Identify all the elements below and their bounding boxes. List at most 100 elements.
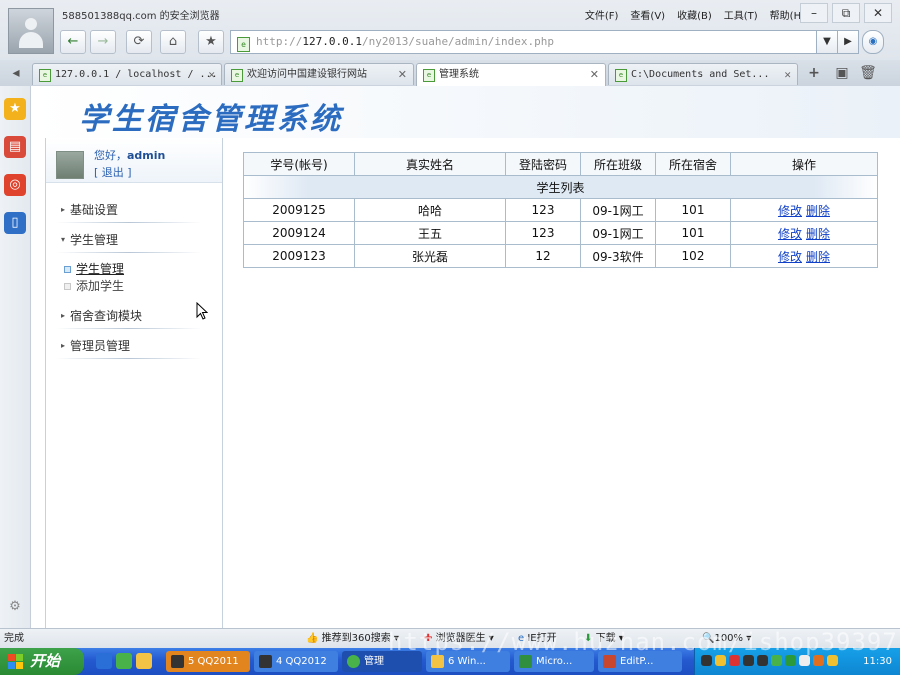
column-header-actions: 操作	[730, 152, 878, 176]
tray-icon[interactable]	[729, 655, 740, 666]
tray-icon[interactable]	[785, 655, 796, 666]
address-bar[interactable]: e http://127.0.0.1/ny2013/suahe/admin/ind…	[230, 30, 817, 54]
ie-quicklaunch-icon[interactable]	[96, 653, 112, 669]
thumb-icon: 👍	[306, 633, 319, 644]
windows-flag-icon	[8, 654, 23, 669]
menu-admin-management[interactable]: ▸ 管理员管理	[46, 331, 222, 361]
network-tray-icon[interactable]	[799, 655, 810, 666]
menu-file[interactable]: 文件(F)	[585, 7, 619, 22]
tab-close-icon[interactable]: ✕	[590, 64, 599, 86]
sidebar-toggle-icon[interactable]: ◂	[6, 63, 26, 83]
status-text: 完成	[4, 633, 24, 644]
taskbar-qq2012[interactable]: 4 QQ2012	[254, 651, 338, 672]
web-page: 学生宿舍管理系统 您好，admin [ 退出 ] ▸ 基础设置 ▾ 学生管理 学生管…	[31, 86, 900, 629]
cell-class: 09-1网工	[580, 221, 656, 245]
browser-titlebar: 588501388qq.com 的安全浏览器 文件(F) 查看(V) 收藏(B)…	[0, 0, 900, 61]
user-panel: 您好，admin [ 退出 ]	[46, 138, 222, 183]
qq-tray-icon[interactable]	[701, 655, 712, 666]
table-row: 2009125 哈哈 123 09-1网工 101 修改 删除	[243, 198, 878, 222]
delete-link[interactable]: 删除	[806, 204, 830, 218]
status-360-search[interactable]: 👍 推荐到360搜索 ▾	[306, 629, 399, 649]
news-icon[interactable]: ▤	[4, 136, 26, 158]
start-button[interactable]: 开始	[0, 648, 84, 675]
tab-bar: ◂ e 127.0.0.1 / localhost / ... ✕ e 欢迎访问中国建…	[0, 60, 900, 87]
column-header-class: 所在班级	[580, 152, 656, 176]
home-button[interactable]: ⌂	[160, 30, 186, 54]
collapsed-arrow-icon: ▸	[61, 341, 66, 350]
qq-tray-icon[interactable]	[743, 655, 754, 666]
tab-page-icon: e	[423, 69, 435, 82]
cell-student-id: 2009123	[243, 244, 355, 268]
tab-close-icon[interactable]: ✕	[398, 64, 407, 85]
minimize-button[interactable]: –	[800, 3, 828, 23]
tray-icon[interactable]	[715, 655, 726, 666]
cell-dorm: 102	[655, 244, 731, 268]
refresh-button[interactable]: ⟳	[126, 30, 152, 54]
weibo-icon[interactable]: ◎	[4, 174, 26, 196]
menu-view[interactable]: 查看(V)	[630, 7, 665, 22]
address-dropdown-icon[interactable]: ▼	[816, 30, 838, 54]
qq-tray-icon[interactable]	[757, 655, 768, 666]
tab-close-icon[interactable]: ✕	[784, 64, 791, 85]
forward-button[interactable]: →	[90, 30, 116, 54]
tab-close-icon[interactable]: ✕	[208, 64, 215, 85]
edit-link[interactable]: 修改	[778, 250, 802, 264]
shield-icon[interactable]: ◉	[862, 30, 884, 54]
admin-avatar	[56, 151, 84, 179]
cell-real-name: 王五	[354, 221, 506, 245]
logout-link[interactable]: [ 退出 ]	[94, 164, 132, 180]
table-header-row: 学号(帐号) 真实姓名 登陆密码 所在班级 所在宿舍 操作	[243, 152, 878, 176]
column-header-real-name: 真实姓名	[354, 152, 506, 176]
tray-icon[interactable]	[813, 655, 824, 666]
tab-ccb[interactable]: e 欢迎访问中国建设银行网站 ✕	[224, 63, 414, 85]
go-icon[interactable]: ▶	[837, 30, 859, 54]
cell-dorm: 101	[655, 198, 731, 222]
tab-page-icon: e	[39, 69, 51, 82]
bullet-icon	[64, 266, 71, 273]
restore-tab-icon[interactable]: ▣	[832, 63, 852, 83]
site-logo-title: 学生宿舍管理系统	[79, 102, 343, 137]
delete-link[interactable]: 删除	[806, 250, 830, 264]
edit-link[interactable]: 修改	[778, 204, 802, 218]
student-submenu: 学生管理 添加学生	[46, 255, 222, 301]
menu-tools[interactable]: 工具(T)	[724, 7, 758, 22]
back-button[interactable]: ←	[60, 30, 86, 54]
tab-documents[interactable]: e C:\Documents and Set... ✕	[608, 63, 798, 85]
tab-phpmyadmin[interactable]: e 127.0.0.1 / localhost / ... ✕	[32, 63, 222, 85]
menu-basic-settings[interactable]: ▸ 基础设置	[46, 195, 222, 225]
tab-admin-system[interactable]: e 管理系统 ✕	[416, 63, 606, 86]
mobile-icon[interactable]: ▯	[4, 212, 26, 234]
collapsed-arrow-icon: ▸	[61, 311, 66, 320]
menu-favorites[interactable]: 收藏(B)	[677, 7, 712, 22]
user-greeting: 您好，admin	[94, 149, 166, 162]
browser-sidebar: ★ ▤ ◎ ▯ ⚙	[0, 86, 31, 628]
delete-link[interactable]: 删除	[806, 227, 830, 241]
taskbar-qq2011[interactable]: 5 QQ2011	[166, 651, 250, 672]
trash-icon[interactable]: 🗑	[858, 63, 878, 83]
settings-gear-icon[interactable]: ⚙	[4, 596, 26, 618]
column-header-password: 登陆密码	[505, 152, 581, 176]
cell-student-id: 2009124	[243, 221, 355, 245]
cell-real-name: 哈哈	[354, 198, 506, 222]
url-path: /ny2013/suahe/admin/index.php	[361, 35, 555, 48]
maximize-button[interactable]: ⧉	[832, 3, 860, 23]
edit-link[interactable]: 修改	[778, 227, 802, 241]
main-content: 学生列表 学号(帐号) 真实姓名 登陆密码 所在班级 所在宿舍 操作 20091…	[243, 152, 878, 268]
favorite-button[interactable]: ★	[198, 30, 224, 54]
tab-page-icon: e	[615, 69, 627, 82]
favorites-icon[interactable]: ★	[4, 98, 26, 120]
user-avatar-icon[interactable]	[8, 8, 54, 54]
shield-tray-icon[interactable]	[827, 655, 838, 666]
menu-student-management[interactable]: ▾ 学生管理	[46, 225, 222, 255]
close-button[interactable]: ✕	[864, 3, 892, 23]
submenu-student-list[interactable]: 学生管理	[62, 261, 222, 278]
tray-icon[interactable]	[771, 655, 782, 666]
folder-quicklaunch-icon[interactable]	[136, 653, 152, 669]
tab-page-icon: e	[231, 69, 243, 82]
360-quicklaunch-icon[interactable]	[116, 653, 132, 669]
cell-class: 09-1网工	[580, 198, 656, 222]
admin-sidebar: 您好，admin [ 退出 ] ▸ 基础设置 ▾ 学生管理 学生管理 添加学生 ▸ 宿…	[45, 138, 223, 629]
submenu-add-student[interactable]: 添加学生	[62, 278, 222, 295]
table-caption: 学生列表	[243, 175, 878, 199]
new-tab-icon[interactable]: +	[804, 63, 824, 83]
